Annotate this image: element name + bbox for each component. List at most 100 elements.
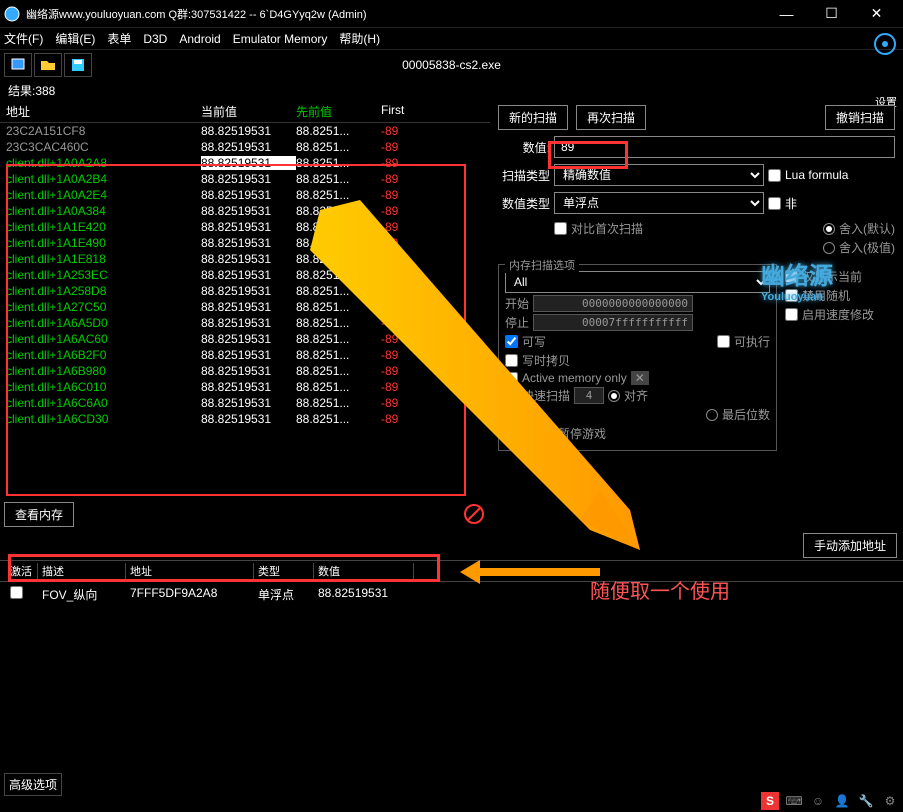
valtype-label: 数值类型 <box>498 195 550 212</box>
result-row[interactable]: client.dll+1A0A2B488.8251953188.8251...-… <box>0 171 490 187</box>
view-memory-button[interactable]: 查看内存 <box>4 502 74 527</box>
tray-keyboard-icon[interactable]: ⌨ <box>785 792 803 810</box>
result-row[interactable]: client.dll+1A258D888.8251953188.8251...-… <box>0 283 490 299</box>
not-label: 非 <box>785 195 797 212</box>
manual-add-button[interactable]: 手动添加地址 <box>803 533 897 558</box>
tray-settings-icon[interactable]: ⚙ <box>881 792 899 810</box>
window-title: 幽络源www.youluoyuan.com Q群:307531422 -- 6`… <box>26 6 764 22</box>
results-header: 地址 当前值 先前值 First <box>0 101 490 123</box>
process-name: 00005838-cs2.exe <box>402 58 501 72</box>
row-value: 88.82519531 <box>314 586 414 603</box>
memory-options-group: 内存扫描选项 All 开始 停止 可写可执行 写时拷贝 Active memor… <box>498 264 777 451</box>
app-icon <box>4 6 20 22</box>
result-row[interactable]: client.dll+1A6AC6088.8251953188.8251...-… <box>0 331 490 347</box>
minimize-button[interactable]: — <box>764 0 809 28</box>
fast-checkbox[interactable] <box>505 389 518 402</box>
pause-checkbox[interactable] <box>505 427 518 440</box>
result-row[interactable]: client.dll+1A6C01088.8251953188.8251...-… <box>0 379 490 395</box>
result-row[interactable]: client.dll+1A6A5D088.8251953188.8251...-… <box>0 315 490 331</box>
open-button[interactable] <box>34 53 62 77</box>
stop-input[interactable] <box>533 314 693 331</box>
menu-help[interactable]: 帮助(H) <box>339 30 380 47</box>
row-type: 单浮点 <box>254 586 314 603</box>
tray-user-icon[interactable]: 👤 <box>833 792 851 810</box>
next-scan-button[interactable]: 再次扫描 <box>576 105 646 130</box>
result-row[interactable]: client.dll+1A1E42088.8251953188.8251...-… <box>0 219 490 235</box>
cheat-table-row[interactable]: FOV_纵向 7FFF5DF9A2A8 单浮点 88.82519531 <box>0 582 903 607</box>
region-select[interactable]: All <box>505 271 770 293</box>
annotation-text: 随便取一个使用 <box>590 575 730 604</box>
col-desc[interactable]: 描述 <box>38 563 126 579</box>
cheat-table-header: 激活 描述 地址 类型 数值 <box>0 560 903 582</box>
menu-emulator[interactable]: Emulator Memory <box>233 32 328 46</box>
results-list[interactable]: 23C2A151CF888.8251953188.8251...-8923C3C… <box>0 123 490 498</box>
row-desc: FOV_纵向 <box>38 586 126 603</box>
menu-edit[interactable]: 编辑(E) <box>55 30 95 47</box>
results-count: 结果:388 <box>0 80 903 101</box>
amo-checkbox[interactable] <box>505 372 518 385</box>
col-first[interactable]: First <box>381 103 461 120</box>
round-extreme-radio[interactable] <box>823 242 835 254</box>
lastbit-radio[interactable] <box>706 409 718 421</box>
amo-clear-icon[interactable]: ✕ <box>631 371 649 385</box>
tray-tool-icon[interactable]: 🔧 <box>857 792 875 810</box>
menu-form[interactable]: 表单 <box>107 30 131 47</box>
col-type[interactable]: 类型 <box>254 563 314 579</box>
menu-file[interactable]: 文件(F) <box>4 30 43 47</box>
close-button[interactable]: ✕ <box>854 0 899 28</box>
result-row[interactable]: client.dll+1A27C5088.8251953188.8251...-… <box>0 299 490 315</box>
row-active-checkbox[interactable] <box>10 586 23 599</box>
result-row[interactable]: 23C2A151CF888.8251953188.8251...-89 <box>0 123 490 139</box>
titlebar: 幽络源www.youluoyuan.com Q群:307531422 -- 6`… <box>0 0 903 28</box>
undo-scan-button[interactable]: 撤销扫描 <box>825 105 895 130</box>
start-input[interactable] <box>533 295 693 312</box>
cow-checkbox[interactable] <box>505 354 518 367</box>
result-row[interactable]: client.dll+1A0A38488.8251953188.8251...-… <box>0 203 490 219</box>
result-row[interactable]: client.dll+1A1E49088.8251953188.8251...-… <box>0 235 490 251</box>
align-radio[interactable] <box>608 390 620 402</box>
select-process-button[interactable] <box>4 53 32 77</box>
results-panel: 地址 当前值 先前值 First 23C2A151CF888.825195318… <box>0 101 490 531</box>
compare-first-checkbox[interactable] <box>554 222 567 235</box>
save-button[interactable] <box>64 53 92 77</box>
writable-checkbox[interactable] <box>505 335 518 348</box>
result-row[interactable]: client.dll+1A6C6A088.8251953188.8251...-… <box>0 395 490 411</box>
toolbar: 00005838-cs2.exe <box>0 50 903 80</box>
fast-value[interactable] <box>574 387 604 404</box>
menu-android[interactable]: Android <box>179 32 220 46</box>
scantype-label: 扫描类型 <box>498 167 550 184</box>
col-active[interactable]: 激活 <box>6 563 38 579</box>
exec-checkbox[interactable] <box>717 335 730 348</box>
valtype-select[interactable]: 单浮点 <box>554 192 764 214</box>
not-checkbox[interactable] <box>768 197 781 210</box>
settings-icon[interactable] <box>873 32 897 56</box>
result-row[interactable]: client.dll+1A1E81888.8251953188.8251...-… <box>0 251 490 267</box>
new-scan-button[interactable]: 新的扫描 <box>498 105 568 130</box>
system-tray: S ⌨ ☺ 👤 🔧 ⚙ <box>759 790 901 812</box>
speed-checkbox[interactable] <box>785 308 798 321</box>
forbidden-icon[interactable] <box>462 502 486 526</box>
result-row[interactable]: client.dll+1A6CD3088.8251953188.8251...-… <box>0 411 490 427</box>
col-previous[interactable]: 先前值 <box>296 103 381 120</box>
value-input[interactable] <box>554 136 895 158</box>
col-current[interactable]: 当前值 <box>201 103 296 120</box>
result-row[interactable]: client.dll+1A0A2A888.8251953188.8251...-… <box>0 155 490 171</box>
result-row[interactable]: client.dll+1A6B98088.8251953188.8251...-… <box>0 363 490 379</box>
col-value[interactable]: 数值 <box>314 563 414 579</box>
advanced-options[interactable]: 高级选项 <box>4 773 62 796</box>
col-address[interactable]: 地址 <box>6 103 201 120</box>
col-addr2[interactable]: 地址 <box>126 563 254 579</box>
tray-sogou-icon[interactable]: S <box>761 792 779 810</box>
result-row[interactable]: 23C3CAC460C88.8251953188.8251...-89 <box>0 139 490 155</box>
compare-first-label: 对比首次扫描 <box>571 220 643 237</box>
round-default-radio[interactable] <box>823 223 835 235</box>
menu-d3d[interactable]: D3D <box>143 32 167 46</box>
scantype-select[interactable]: 精确数值 <box>554 164 764 186</box>
result-row[interactable]: client.dll+1A253EC88.8251953188.8251...-… <box>0 267 490 283</box>
lua-checkbox[interactable] <box>768 169 781 182</box>
result-row[interactable]: client.dll+1A0A2E488.8251953188.8251...-… <box>0 187 490 203</box>
value-label: 数值: <box>498 139 550 156</box>
tray-emoji-icon[interactable]: ☺ <box>809 792 827 810</box>
result-row[interactable]: client.dll+1A6B2F088.8251953188.8251...-… <box>0 347 490 363</box>
maximize-button[interactable]: ☐ <box>809 0 854 28</box>
